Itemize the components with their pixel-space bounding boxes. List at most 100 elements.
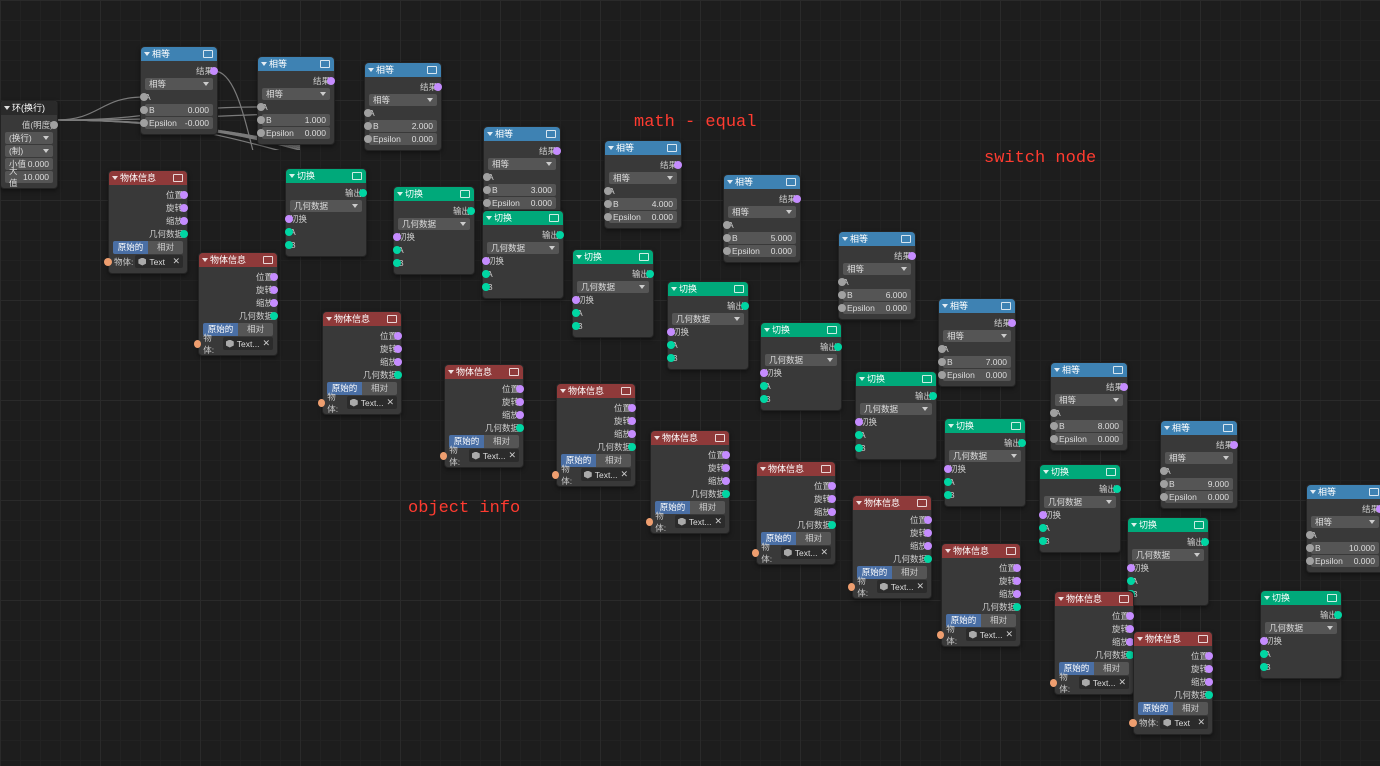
socket-out-result[interactable]: [1230, 441, 1238, 449]
socket-in-a[interactable]: [393, 246, 401, 254]
socket-in-epsilon[interactable]: [140, 119, 148, 127]
socket-in-b[interactable]: [364, 122, 372, 130]
socket-out-scale[interactable]: [1013, 590, 1021, 598]
socket-in-b[interactable]: [482, 283, 490, 291]
math-equal-node-2[interactable]: 相等 结果 相等 A B2.000 Epsilon0.000: [364, 62, 442, 151]
object-picker[interactable]: Text✕: [135, 255, 183, 268]
collapse-icon[interactable]: [560, 389, 566, 393]
switch-node-1[interactable]: 切换 输出 几何数据 切换 A B: [393, 186, 475, 275]
socket-in-b[interactable]: [1160, 480, 1168, 488]
collapse-icon[interactable]: [608, 146, 614, 150]
socket-in-a[interactable]: [667, 341, 675, 349]
socket-out-location[interactable]: [394, 332, 402, 340]
node-options-icon[interactable]: [546, 130, 556, 138]
collapse-icon[interactable]: [1058, 597, 1064, 601]
socket-out-location[interactable]: [828, 482, 836, 490]
socket-out-location[interactable]: [1013, 564, 1021, 572]
mode-dropdown[interactable]: 相等: [369, 94, 437, 106]
node-options-icon[interactable]: [1106, 468, 1116, 476]
socket-in-switch[interactable]: [1127, 564, 1135, 572]
switch-node-4[interactable]: 切换 输出 几何数据 切换 A B: [667, 281, 749, 370]
node-options-icon[interactable]: [173, 174, 183, 182]
socket-in-object[interactable]: [1050, 679, 1057, 687]
clear-icon[interactable]: ✕: [172, 257, 180, 266]
value-node-loop[interactable]: 环(换行) 值(明度) (换行) (制) 小值0.000 大值10.000: [0, 100, 58, 189]
socket-in-a[interactable]: [482, 270, 490, 278]
collapse-icon[interactable]: [1164, 426, 1170, 430]
socket-out-scale[interactable]: [828, 508, 836, 516]
clear-icon[interactable]: ✕: [1197, 718, 1205, 727]
socket-in-b[interactable]: [604, 200, 612, 208]
object-info-node-5[interactable]: 物体信息 位置 旋转 缩放 几何数据 原始的相对 物体: Text...✕: [650, 430, 730, 534]
socket-out-location[interactable]: [1205, 652, 1213, 660]
socket-out-result[interactable]: [327, 77, 335, 85]
clear-icon[interactable]: ✕: [620, 470, 628, 479]
socket-in-b[interactable]: [140, 106, 148, 114]
node-options-icon[interactable]: [786, 178, 796, 186]
socket-in-object[interactable]: [752, 549, 759, 557]
type-dropdown[interactable]: 几何数据: [290, 200, 362, 212]
socket-in-b[interactable]: [667, 354, 675, 362]
socket-out-geometry[interactable]: [1013, 603, 1021, 611]
socket-in-a[interactable]: [572, 309, 580, 317]
socket-in-a[interactable]: [483, 173, 491, 181]
object-picker[interactable]: Text...✕: [675, 515, 725, 528]
socket-in-b[interactable]: [393, 259, 401, 267]
node-options-icon[interactable]: [917, 499, 927, 507]
socket-in-object[interactable]: [1129, 719, 1137, 727]
node-options-icon[interactable]: [639, 253, 649, 261]
collapse-icon[interactable]: [671, 287, 677, 291]
socket-in-a[interactable]: [1306, 531, 1314, 539]
socket-in-epsilon[interactable]: [838, 304, 846, 312]
socket-out-geometry[interactable]: [467, 207, 475, 215]
socket-out-rotation[interactable]: [270, 286, 278, 294]
socket-in-a[interactable]: [604, 187, 612, 195]
socket-in-b[interactable]: [760, 395, 768, 403]
socket-in-switch[interactable]: [760, 369, 768, 377]
clear-icon[interactable]: ✕: [1118, 678, 1126, 687]
clear-icon[interactable]: ✕: [262, 339, 270, 348]
socket-in-object[interactable]: [848, 583, 855, 591]
collapse-icon[interactable]: [856, 501, 862, 505]
socket-out-geometry[interactable]: [359, 189, 367, 197]
switch-node-10[interactable]: 切换 输出 几何数据 切换 A B: [1260, 590, 1342, 679]
collapse-icon[interactable]: [1131, 523, 1137, 527]
collapse-icon[interactable]: [1137, 637, 1143, 641]
socket-out-result[interactable]: [908, 252, 916, 260]
socket-out-result[interactable]: [434, 83, 442, 91]
node-options-icon[interactable]: [387, 315, 397, 323]
object-info-node-6[interactable]: 物体信息 位置 旋转 缩放 几何数据 原始的相对 物体: Text...✕: [756, 461, 836, 565]
socket-in-epsilon[interactable]: [1160, 493, 1168, 501]
transform-space-toggle[interactable]: 原始的相对: [113, 241, 183, 254]
socket-in-b[interactable]: [938, 358, 946, 366]
socket-in-epsilon[interactable]: [604, 213, 612, 221]
socket-out-value[interactable]: [50, 121, 58, 129]
socket-out-geometry[interactable]: [628, 443, 636, 451]
collapse-icon[interactable]: [368, 68, 374, 72]
socket-out-geometry[interactable]: [722, 490, 730, 498]
collapse-icon[interactable]: [1054, 368, 1060, 372]
switch-node-7[interactable]: 切换 输出 几何数据 切换 A B: [944, 418, 1026, 507]
mode-dropdown[interactable]: 相等: [1165, 452, 1233, 464]
object-info-node-4[interactable]: 物体信息 位置 旋转 缩放 几何数据 原始的相对 物体: Text...✕: [556, 383, 636, 487]
socket-out-rotation[interactable]: [722, 464, 730, 472]
socket-out-geometry[interactable]: [828, 521, 836, 529]
socket-out-geometry[interactable]: [516, 424, 524, 432]
node-options-icon[interactable]: [1327, 594, 1337, 602]
socket-in-b[interactable]: [838, 291, 846, 299]
socket-out-rotation[interactable]: [1205, 665, 1213, 673]
socket-in-switch[interactable]: [393, 233, 401, 241]
socket-in-b[interactable]: [1039, 537, 1047, 545]
socket-in-b[interactable]: [944, 491, 952, 499]
object-info-node-10[interactable]: 物体信息 位置 旋转 缩放 几何数据 原始的相对 物体: Text✕: [1133, 631, 1213, 735]
math-equal-node-10[interactable]: 相等 结果 相等 A B10.000 Epsilon0.000: [1306, 484, 1380, 573]
type-dropdown[interactable]: 几何数据: [1132, 549, 1204, 561]
socket-in-b[interactable]: [1306, 544, 1314, 552]
object-picker[interactable]: Text...✕: [223, 337, 273, 350]
socket-out-rotation[interactable]: [924, 529, 932, 537]
mode-dropdown[interactable]: 相等: [1055, 394, 1123, 406]
socket-out-rotation[interactable]: [180, 204, 188, 212]
socket-in-epsilon[interactable]: [1306, 557, 1314, 565]
socket-in-a[interactable]: [944, 478, 952, 486]
socket-in-a[interactable]: [855, 431, 863, 439]
